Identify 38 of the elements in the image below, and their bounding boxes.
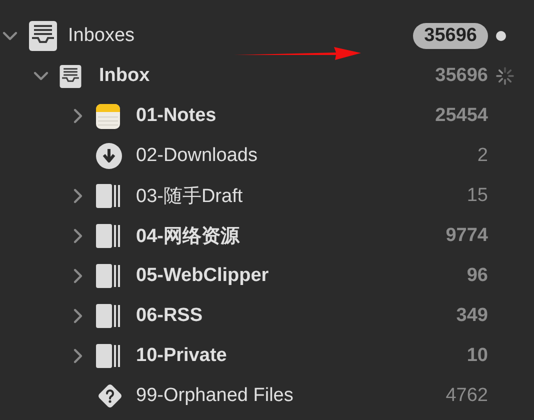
inbox-tray-icon <box>28 20 58 52</box>
folder-label[interactable]: 05-WebClipper <box>136 265 269 287</box>
book-icon <box>96 184 121 208</box>
status-dot <box>496 31 506 41</box>
item-count: 349 <box>456 305 488 327</box>
chevron-icon[interactable] <box>73 308 83 324</box>
item-count: 2 <box>477 145 488 167</box>
folder-label[interactable]: Inboxes <box>68 25 135 47</box>
item-count: 15 <box>466 185 488 207</box>
count-badge: 35696 <box>413 23 488 49</box>
item-count: 4762 <box>446 385 488 407</box>
book-icon <box>96 304 121 328</box>
book-icon <box>96 224 121 248</box>
item-count: 25454 <box>435 105 488 127</box>
folder-label[interactable]: 10-Private <box>136 345 227 367</box>
chevron-icon[interactable] <box>33 71 49 81</box>
chevron-icon[interactable] <box>73 228 83 244</box>
item-count: 9774 <box>446 225 488 247</box>
folder-label[interactable]: 06-RSS <box>136 305 203 327</box>
notepad-icon <box>96 104 120 128</box>
folder-label[interactable]: 99-Orphaned Files <box>136 385 294 407</box>
item-count: 35696 <box>435 65 488 87</box>
download-icon <box>96 143 122 169</box>
folder-label[interactable]: 01-Notes <box>136 105 216 127</box>
book-icon <box>96 264 121 288</box>
book-icon <box>96 344 121 368</box>
folder-label[interactable]: 02-Downloads <box>136 145 258 167</box>
chevron-icon[interactable] <box>73 108 83 124</box>
chevron-icon[interactable] <box>73 348 83 364</box>
chevron-icon[interactable] <box>2 31 18 41</box>
inbox-tray-icon <box>59 64 82 88</box>
chevron-icon[interactable] <box>73 188 83 204</box>
folder-label[interactable]: Inbox <box>99 65 150 87</box>
folder-label[interactable]: 04-网络资源 <box>136 223 240 249</box>
chevron-icon[interactable] <box>73 268 83 284</box>
item-count: 10 <box>466 345 488 367</box>
folder-label[interactable]: 03-随手Draft <box>136 183 243 209</box>
item-count: 96 <box>466 265 488 287</box>
